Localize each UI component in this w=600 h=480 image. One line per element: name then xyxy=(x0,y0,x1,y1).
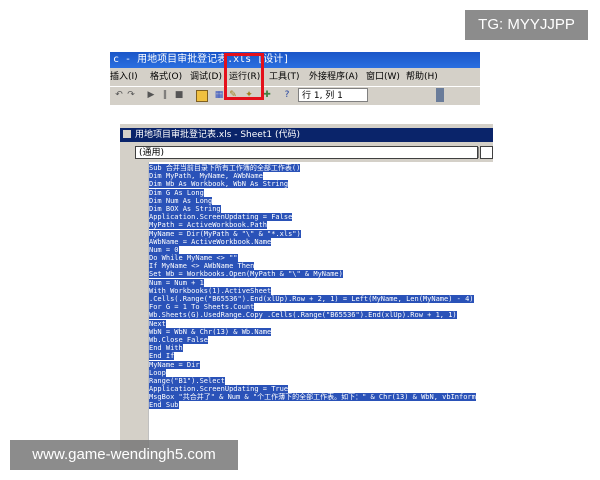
code-line: End If xyxy=(149,352,476,361)
code-line: WbN = WbN & Chr(13) & Wb.Name xyxy=(149,327,476,336)
code-line-text: MyPath = ActiveWorkbook.Path xyxy=(149,221,268,230)
code-line: Set Wb = Workbooks.Open(MyPath & "\" & M… xyxy=(149,270,476,279)
code-line: Do While MyName <> "" xyxy=(149,254,476,263)
code-line: For G = 1 To Sheets.Count xyxy=(149,303,476,312)
code-line-text: End Sub xyxy=(149,401,179,410)
code-line-text: For G = 1 To Sheets.Count xyxy=(149,303,255,312)
undo-icon[interactable]: ↶ xyxy=(114,90,124,100)
code-line: Dim MyPath, MyName, AWbName xyxy=(149,172,476,181)
code-window-title: 用地项目审批登记表.xls - Sheet1 (代码) xyxy=(135,130,300,140)
menu-bar: 插入(I) 格式(O) 调试(D) 运行(R) 工具(T) 外接程序(A) 窗口… xyxy=(110,69,480,85)
code-line-text: Next xyxy=(149,319,166,328)
watermark-top: TG: MYYJJPP xyxy=(465,10,588,40)
menu-window[interactable]: 窗口(W) xyxy=(366,69,400,85)
code-line: MyPath = ActiveWorkbook.Path xyxy=(149,221,476,230)
object-selector-value: (通用) xyxy=(139,148,165,158)
code-line-text: Application.ScreenUpdating = False xyxy=(149,213,293,222)
code-line-text: With Workbooks(1).ActiveSheet xyxy=(149,286,272,295)
code-line-text: Dim G As Long xyxy=(149,188,204,197)
help-icon[interactable]: ? xyxy=(282,90,292,100)
code-line: Dim BOX As String xyxy=(149,204,476,213)
code-line-text: Sub 合并当前目录下所有工作簿的全部工作表() xyxy=(149,164,301,172)
code-line: End With xyxy=(149,344,476,353)
code-line-text: Dim Num As Long xyxy=(149,196,213,205)
menu-addins[interactable]: 外接程序(A) xyxy=(309,69,358,85)
code-line-text: Range("B1").Select xyxy=(149,376,225,385)
code-line: Wb.Close False xyxy=(149,335,476,344)
cursor-position: 行 1, 列 1 xyxy=(298,88,368,102)
code-line: Sub 合并当前目录下所有工作簿的全部工作表() xyxy=(149,164,476,172)
menu-tools[interactable]: 工具(T) xyxy=(269,69,300,85)
code-editor[interactable]: Sub 合并当前目录下所有工作簿的全部工作表() Dim MyPath, MyNa… xyxy=(130,162,493,450)
code-line-text: MsgBox "共合并了" & Num & "个工作薄下的全部工作表。如下：" … xyxy=(149,393,476,402)
code-line-text: Wb.Sheets(G).UsedRange.Copy .Cells(.Rang… xyxy=(149,311,457,320)
code-line-text: Num = 0 xyxy=(149,245,179,254)
code-line: Wb.Sheets(G).UsedRange.Copy .Cells(.Rang… xyxy=(149,311,476,320)
code-line-text: MyName = Dir xyxy=(149,360,200,369)
code-line-text: Num = Num + 1 xyxy=(149,278,204,287)
code-line: AWbName = ActiveWorkbook.Name xyxy=(149,237,476,246)
code-line-text: MyName = Dir(MyPath & "\" & "*.xls") xyxy=(149,229,301,238)
code-line: Num = 0 xyxy=(149,245,476,254)
toolbar-options-handle[interactable] xyxy=(436,88,444,102)
code-line-text: End With xyxy=(149,344,183,353)
code-line: Dim G As Long xyxy=(149,188,476,197)
code-window-title-bar: 用地项目审批登记表.xls - Sheet1 (代码) xyxy=(120,128,493,142)
stop-icon[interactable]: ■ xyxy=(174,90,184,100)
code-line-text: Loop xyxy=(149,368,166,377)
design-mode-icon[interactable] xyxy=(196,90,208,102)
code-line-text: Dim MyPath, MyName, AWbName xyxy=(149,172,263,181)
code-line: Range("B1").Select xyxy=(149,376,476,385)
code-line-text: Wb.Close False xyxy=(149,335,209,344)
procedure-selector[interactable] xyxy=(480,146,493,159)
code-line: MyName = Dir xyxy=(149,360,476,369)
vba-editor-frame: c - 用地项目审批登记表.xls [设计] 插入(I) 格式(O) 调试(D)… xyxy=(110,52,480,105)
code-line: With Workbooks(1).ActiveSheet xyxy=(149,286,476,295)
menu-help[interactable]: 帮助(H) xyxy=(406,69,438,85)
code-line-text: Set Wb = Workbooks.Open(MyPath & "\" & M… xyxy=(149,270,343,279)
code-line: MsgBox "共合并了" & Num & "个工作薄下的全部工作表。如下：" … xyxy=(149,393,476,402)
standard-toolbar: ↶ ↷ ▶ ‖ ■ ▦ ✎ ✦ ✚ ? 行 1, 列 1 xyxy=(110,86,480,105)
code-line-text: WbN = WbN & Chr(13) & Wb.Name xyxy=(149,327,272,336)
code-line: Loop xyxy=(149,368,476,377)
code-line-text: AWbName = ActiveWorkbook.Name xyxy=(149,237,272,246)
code-line-text: Dim Wb As Workbook, WbN As String xyxy=(149,180,289,189)
object-selector[interactable]: (通用)▼ xyxy=(135,146,493,159)
project-explorer-icon[interactable]: ▦ xyxy=(214,90,224,100)
run-menu-highlight-box xyxy=(224,53,264,100)
code-line-text: Dim BOX As String xyxy=(149,204,221,213)
code-margin xyxy=(130,162,149,450)
code-line: If MyName <> AWbName Then xyxy=(149,262,476,271)
menu-format[interactable]: 格式(O) xyxy=(150,69,182,85)
code-line: Application.ScreenUpdating = False xyxy=(149,213,476,222)
code-line-text: .Cells(.Range("B65536").End(xlUp).Row + … xyxy=(149,295,474,303)
code-line-text: If MyName <> AWbName Then xyxy=(149,262,255,271)
menu-debug[interactable]: 调试(D) xyxy=(190,69,222,85)
window-icon xyxy=(123,130,131,138)
menu-insert[interactable]: 插入(I) xyxy=(110,69,138,85)
code-line-text: Application.ScreenUpdating = True xyxy=(149,385,289,394)
watermark-bottom: www.game-wendingh5.com xyxy=(10,440,238,470)
code-line: End Sub xyxy=(149,401,476,410)
code-window: 用地项目审批登记表.xls - Sheet1 (代码) (通用)▼ Sub 合并… xyxy=(120,124,493,450)
code-line: Next xyxy=(149,319,476,328)
run-icon[interactable]: ▶ xyxy=(146,90,156,100)
code-lines: Sub 合并当前目录下所有工作簿的全部工作表() Dim MyPath, MyNa… xyxy=(149,164,476,410)
editor-title-bar: c - 用地项目审批登记表.xls [设计] xyxy=(110,52,480,68)
code-line: Dim Wb As Workbook, WbN As String xyxy=(149,180,476,189)
redo-icon[interactable]: ↷ xyxy=(126,90,136,100)
pause-icon[interactable]: ‖ xyxy=(160,90,170,100)
code-line-text: Do While MyName <> "" xyxy=(149,254,238,263)
code-line: .Cells(.Range("B65536").End(xlUp).Row + … xyxy=(149,295,476,303)
code-line: Num = Num + 1 xyxy=(149,278,476,287)
code-line-text: End If xyxy=(149,352,175,361)
code-line: Dim Num As Long xyxy=(149,196,476,205)
code-line: MyName = Dir(MyPath & "\" & "*.xls") xyxy=(149,229,476,238)
